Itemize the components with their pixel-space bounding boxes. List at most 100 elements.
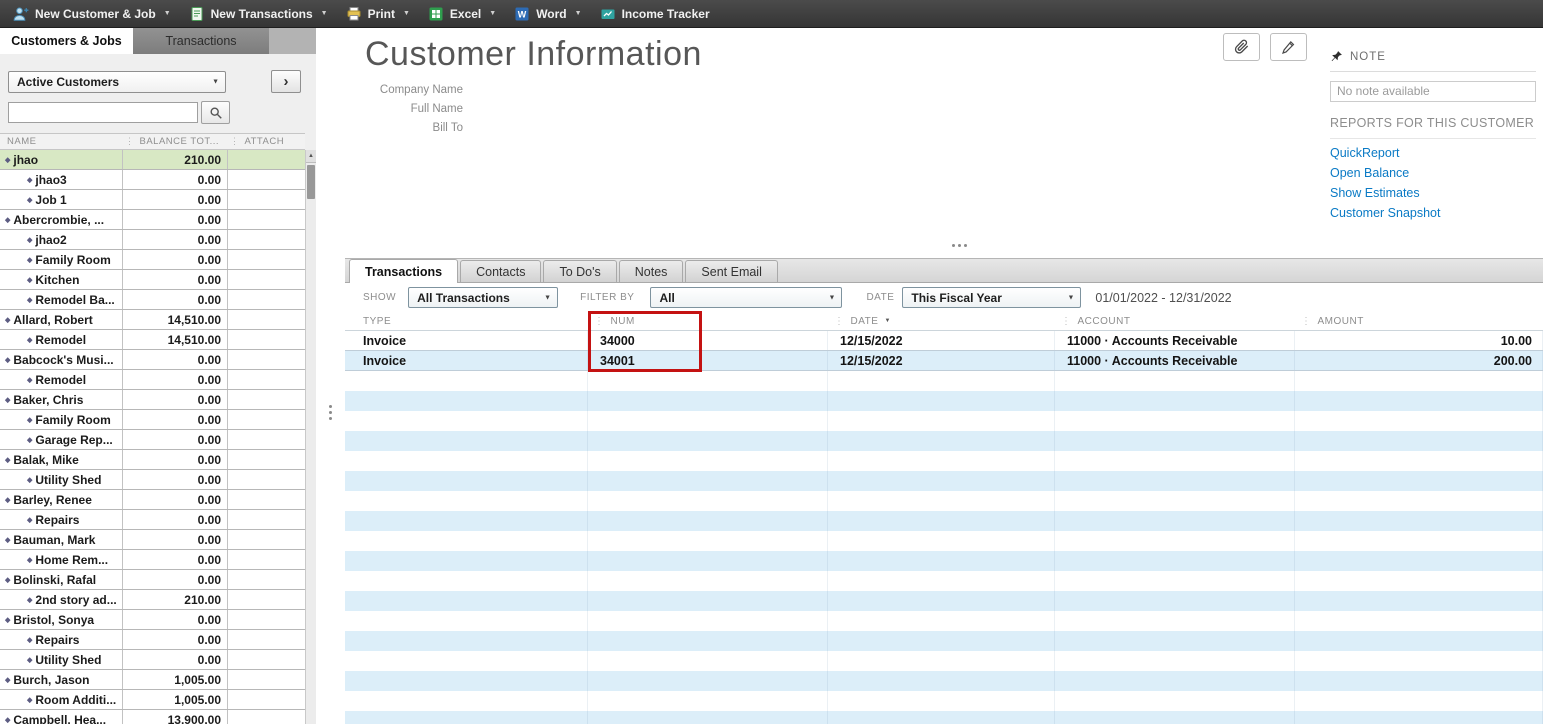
column-header-balance[interactable]: ⋮ BALANCE TOT... [123,134,228,149]
date-dropdown[interactable]: This Fiscal Year ▼ [902,287,1082,308]
customer-balance-cell: 0.00 [123,610,228,629]
field-value-company-name [463,84,663,96]
diamond-icon: ◆ [27,516,33,524]
customer-row[interactable]: ◆ Allard, Robert 14,510.00 [0,310,305,330]
customer-attach-cell [228,410,305,429]
customer-balance-cell: 0.00 [123,370,228,389]
report-link-quickreport[interactable]: QuickReport [1330,143,1536,163]
customer-name: jhao3 [35,172,67,187]
customer-row[interactable]: ◆ jhao2 0.00 [0,230,305,250]
customer-row[interactable]: ◆ Kitchen 0.00 [0,270,305,290]
customer-row[interactable]: ◆ Utility Shed 0.00 [0,650,305,670]
show-label: SHOW [363,292,397,303]
tab-sent-email[interactable]: Sent Email [685,260,778,282]
tab-notes[interactable]: Notes [618,260,684,282]
transaction-row[interactable]: Invoice 34000 12/15/2022 11000 · Accounts R… [345,331,1543,351]
customer-row[interactable]: ◆ 2nd story ad... 210.00 [0,590,305,610]
cell-num [588,471,828,491]
customer-row[interactable]: ◆ Campbell, Hea... 13,900.00 [0,710,305,724]
customer-row[interactable]: ◆ Family Room 0.00 [0,410,305,430]
toolbar-button-income-tracker[interactable]: Income Tracker [591,0,719,27]
note-text-box[interactable]: No note available [1330,81,1536,102]
customer-row[interactable]: ◆ Room Additi... 1,005.00 [0,690,305,710]
panel-splitter[interactable] [952,244,955,247]
scroll-up-arrow-icon[interactable]: ▲ [306,150,316,163]
report-link-open-balance[interactable]: Open Balance [1330,163,1536,183]
quickbooks-customer-center-window: New Customer & Job ▼ New Transactions ▼ Prin… [0,0,1543,724]
customer-row[interactable]: ◆ Repairs 0.00 [0,630,305,650]
cell-num [588,431,828,451]
column-header-type[interactable]: TYPE [345,312,588,330]
customer-row[interactable]: ◆ Utility Shed 0.00 [0,470,305,490]
column-header-account[interactable]: ⋮ ACCOUNT [1055,312,1295,330]
sidebar-tab-transactions[interactable]: Transactions [133,28,269,54]
report-link-customer-snapshot[interactable]: Customer Snapshot [1330,203,1536,223]
transactions-panel: Transactions Contacts To Do's Notes Sent Ema… [345,258,1543,724]
customer-row[interactable]: ◆ Garage Rep... 0.00 [0,430,305,450]
toolbar-button-word[interactable]: W Word ▼ [505,0,590,27]
column-header-amount[interactable]: ⋮ AMOUNT [1295,312,1543,330]
cell-account [1055,391,1295,411]
toolbar-button-label: New Transactions [210,6,313,21]
customer-row[interactable]: ◆ Home Rem... 0.00 [0,550,305,570]
customer-row[interactable]: ◆ Remodel 0.00 [0,370,305,390]
customer-balance-cell: 0.00 [123,450,228,469]
tab-transactions[interactable]: Transactions [349,259,459,283]
customer-search-input[interactable] [8,102,198,123]
cell-account [1055,411,1295,431]
customer-row[interactable]: ◆ Baker, Chris 0.00 [0,390,305,410]
customer-name: Repairs [35,632,80,647]
customer-name: Home Rem... [35,552,109,567]
customer-row[interactable]: ◆ Remodel Ba... 0.00 [0,290,305,310]
column-header-date[interactable]: ⋮ DATE ▼ [828,312,1055,330]
customer-row[interactable]: ◆ Bristol, Sonya 0.00 [0,610,305,630]
customer-row[interactable]: ◆ Family Room 0.00 [0,250,305,270]
customer-row[interactable]: ◆ Bolinski, Rafal 0.00 [0,570,305,590]
customer-name-cell: ◆ jhao2 [0,230,123,249]
customer-row[interactable]: ◆ Repairs 0.00 [0,510,305,530]
tab-contacts[interactable]: Contacts [460,260,542,282]
toolbar-button-new-transactions[interactable]: New Transactions ▼ [180,0,337,27]
scrollbar-thumb[interactable] [307,165,315,199]
report-link-show-estimates[interactable]: Show Estimates [1330,183,1536,203]
search-button[interactable] [201,101,230,124]
customer-row[interactable]: ◆ Remodel 14,510.00 [0,330,305,350]
customer-row[interactable]: ◆ Balak, Mike 0.00 [0,450,305,470]
cell-account [1055,431,1295,451]
column-header-name[interactable]: NAME [0,134,123,149]
customer-row[interactable]: ◆ Abercrombie, ... 0.00 [0,210,305,230]
customer-row[interactable]: ◆ Bauman, Mark 0.00 [0,530,305,550]
attach-file-button[interactable] [1223,33,1260,61]
customer-attach-cell [228,450,305,469]
customer-row[interactable]: ◆ jhao3 0.00 [0,170,305,190]
cell-account [1055,371,1295,391]
customer-name-cell: ◆ Family Room [0,250,123,269]
sidebar-splitter[interactable] [316,28,345,724]
date-range-text: 01/01/2022 - 12/31/2022 [1095,290,1232,305]
customer-row[interactable]: ◆ Job 1 0.00 [0,190,305,210]
info-field-row: Full Name [363,103,663,115]
dropdown-caret-icon: ▼ [212,78,219,85]
toolbar-button-new-customer-job[interactable]: New Customer & Job ▼ [4,0,180,27]
customer-name-cell: ◆ Allard, Robert [0,310,123,329]
toolbar-button-excel[interactable]: Excel ▼ [419,0,505,27]
sidebar-tab-customers-jobs[interactable]: Customers & Jobs [0,28,133,54]
customer-balance-cell: 0.00 [123,410,228,429]
edit-customer-button[interactable] [1270,33,1307,61]
customer-row[interactable]: ◆ Burch, Jason 1,005.00 [0,670,305,690]
show-dropdown[interactable]: All Transactions ▼ [408,287,559,308]
customer-row[interactable]: ◆ jhao 210.00 [0,150,305,170]
cell-account: 11000 · Accounts Receivable [1055,331,1295,350]
customer-view-dropdown[interactable]: Active Customers ▼ [8,70,226,93]
column-header-num[interactable]: ⋮ NUM [588,312,828,330]
toolbar-button-print[interactable]: Print ▼ [337,0,419,27]
customer-row[interactable]: ◆ Babcock's Musi... 0.00 [0,350,305,370]
transaction-row[interactable]: Invoice 34001 12/15/2022 11000 · Accounts R… [345,351,1543,371]
sidebar-scrollbar[interactable]: ▲ [305,150,316,724]
collapse-sidebar-button[interactable]: › [271,70,301,93]
column-header-attach[interactable]: ⋮ ATTACH [228,134,305,149]
cell-amount [1295,391,1543,411]
tab-to-do-s[interactable]: To Do's [543,260,617,282]
customer-row[interactable]: ◆ Barley, Renee 0.00 [0,490,305,510]
filter-by-dropdown[interactable]: All ▼ [650,287,843,308]
